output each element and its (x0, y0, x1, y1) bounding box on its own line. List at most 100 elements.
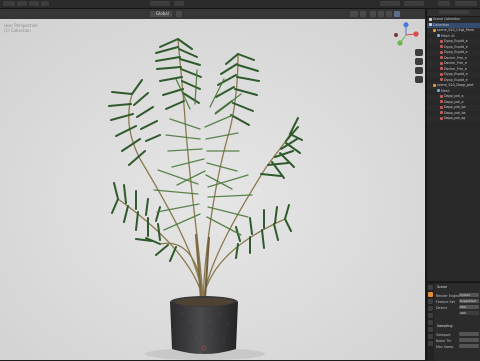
material-icon (440, 72, 443, 76)
shading-rendered-button[interactable] (394, 11, 400, 17)
scene-selector[interactable] (380, 1, 400, 6)
z-axis-icon[interactable] (403, 22, 409, 28)
collection-text: (1) Collection (4, 28, 31, 33)
output-tab-icon[interactable] (428, 299, 433, 304)
modifier-tab-icon[interactable] (428, 334, 433, 339)
outliner-row-label: Dschm_Frm_e (444, 55, 467, 60)
material-icon (440, 50, 443, 54)
x-axis-icon[interactable] (413, 31, 419, 37)
max-samples-field[interactable] (459, 344, 479, 348)
editor-type-button[interactable] (3, 1, 15, 6)
outliner-row-label: Dapp_pot_a (444, 99, 464, 104)
material-icon (440, 67, 443, 70)
outliner-row-label: Scene Collection (433, 17, 461, 21)
shading-material-button[interactable] (386, 11, 392, 17)
view-layer-selector[interactable] (404, 1, 424, 6)
viewport-samples-field[interactable] (459, 332, 479, 336)
blender-window: Global User Perspective (1) Collection S… (0, 0, 480, 361)
3d-viewport[interactable]: Global User Perspective (1) Collection (0, 9, 425, 360)
palm-plant-render (0, 9, 425, 360)
orientation-label: Global (156, 11, 169, 16)
material-icon (440, 56, 443, 59)
outliner-row-label: Dypp_Euptd_e (444, 50, 468, 54)
material-tab-icon[interactable] (428, 341, 433, 346)
outliner-row[interactable]: Dapp_pot_sg (427, 116, 480, 122)
view-menu[interactable] (17, 1, 27, 6)
properties-panel: Scene Render Engine Cycles Feature Set S… (426, 282, 480, 361)
properties-tabs (427, 283, 434, 361)
y-axis-icon[interactable] (397, 40, 403, 46)
material-icon (440, 105, 443, 109)
outliner-row-label: Dypp_Euptd_e (444, 39, 468, 43)
shading-solid-button[interactable] (378, 11, 384, 17)
feature-set-dropdown[interactable]: Supported (459, 299, 479, 303)
neg-x-axis-icon[interactable] (394, 33, 398, 37)
object-icon (433, 28, 436, 32)
outliner-panel: Scene Collection Collection scene_S10_Clrg… (426, 9, 480, 281)
collection-icon (429, 23, 432, 26)
snap-button[interactable] (174, 1, 184, 6)
select-menu[interactable] (29, 1, 39, 6)
object-tab-icon[interactable] (428, 327, 433, 332)
outliner-search-input[interactable] (439, 10, 469, 14)
material-icon (440, 39, 443, 43)
xray-toggle[interactable] (360, 11, 366, 17)
render-engine-label: Render Engine (436, 294, 461, 298)
world-tab-icon[interactable] (428, 320, 433, 325)
outliner-filter-button[interactable] (438, 1, 450, 6)
outliner-row-label: Dypp_Euptd_e (444, 72, 468, 76)
viewport-header: Global (0, 9, 425, 19)
tool-tab-icon[interactable] (428, 285, 433, 290)
material-icon (440, 111, 443, 114)
viewport-nav-tools (415, 49, 423, 85)
material-icon (440, 78, 443, 81)
noise-threshold-field[interactable] (459, 338, 479, 342)
navigation-gizmo[interactable] (393, 22, 419, 48)
gpu-option[interactable]: GPU (459, 311, 479, 315)
device-dropdown[interactable]: CPU (459, 305, 479, 309)
pan-hand-icon[interactable] (415, 58, 423, 65)
noise-threshold-label: Noise Thr (436, 339, 452, 343)
outliner-row-label: Dschm_Frm_e (444, 66, 467, 71)
transform-orientation-dropdown[interactable] (150, 1, 170, 6)
max-samples-label: Max Samp (436, 345, 454, 349)
outliner-row-label: scene_S10_Clrgt_Parm (437, 28, 475, 32)
top-header-bar (0, 0, 480, 9)
outliner-header (427, 9, 480, 17)
outliner-display-button[interactable] (455, 1, 477, 6)
grid-perspective-icon[interactable] (415, 76, 423, 83)
render-engine-dropdown[interactable]: Cycles (459, 293, 479, 297)
properties-section-title: Scene (437, 285, 448, 289)
outliner-row-label: Mesh (441, 88, 450, 93)
outliner-row-label: Mesh 41 (441, 33, 455, 38)
outliner-row-label: scene_S10_Dapp_port (437, 83, 474, 87)
outliner-row-label: Dapp_pot_sg (444, 116, 466, 120)
zoom-icon[interactable] (415, 49, 423, 56)
feature-set-label: Feature Set (436, 300, 455, 304)
material-icon (440, 100, 443, 103)
view-layer-tab-icon[interactable] (428, 306, 433, 311)
pivot-icon[interactable] (176, 11, 182, 17)
outliner-row-label: Dypp_Euptd_e (444, 44, 468, 49)
outliner-row-label: Dapp_pot_ba (444, 110, 466, 115)
add-menu[interactable] (41, 1, 49, 6)
material-icon (440, 116, 443, 120)
outliner-row-label: Dypp_Euptd_e (444, 77, 468, 82)
overlay-toggle[interactable] (350, 11, 358, 17)
viewport-samples-label: Viewport (436, 333, 451, 337)
camera-view-icon[interactable] (415, 67, 423, 74)
material-icon (440, 45, 443, 48)
outliner-row-label: Collection (433, 22, 450, 27)
shading-wire-button[interactable] (370, 11, 376, 17)
outliner-row-label: Dapp_pot_a (444, 94, 464, 98)
material-icon (440, 61, 443, 65)
outliner-row-label: Dschm_Frm_e (444, 61, 467, 65)
render-tab-icon[interactable] (428, 292, 433, 297)
sampling-section-title[interactable]: Sampling (437, 324, 452, 328)
material-icon (440, 94, 443, 98)
viewport-info: User Perspective (1) Collection (4, 23, 38, 33)
outliner-row-label: Dapp_pot_ba (444, 105, 466, 109)
mesh-icon (437, 34, 440, 37)
scene-tab-icon[interactable] (428, 313, 433, 318)
object-icon (433, 83, 436, 87)
